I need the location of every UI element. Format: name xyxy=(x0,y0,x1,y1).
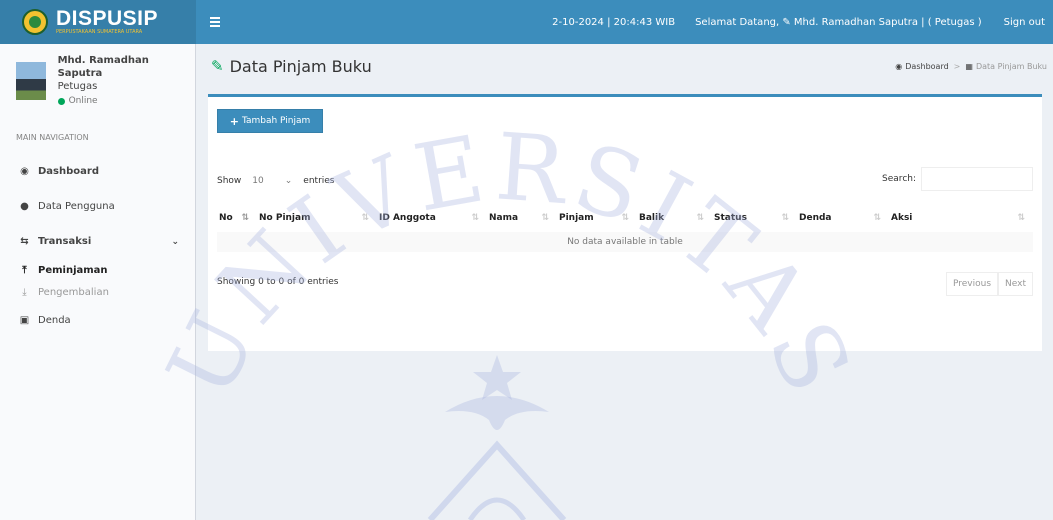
search-filter: Search: xyxy=(882,167,1033,191)
welcome-text: Selamat Datang, ✎ Mhd. Ramadhan Saputra … xyxy=(695,16,982,28)
sort-icon: ⇅ xyxy=(471,213,479,223)
sidebar-item-data-pengguna[interactable]: ● Data Pengguna xyxy=(0,189,195,224)
col-pinjam[interactable]: Pinjam ⇅ xyxy=(557,204,637,232)
col-balik[interactable]: Balik ⇅ xyxy=(637,204,712,232)
sort-icon: ⇅ xyxy=(873,213,881,223)
signout-link[interactable]: Sign out xyxy=(1004,17,1045,28)
breadcrumb-dashboard[interactable]: Dashboard xyxy=(905,62,948,71)
content-header: ✎ Data Pinjam Buku ◉ Dashboard > ▦ Data … xyxy=(197,44,1053,88)
user-panel: Mhd. Ramadhan Saputra Petugas Online xyxy=(0,44,195,132)
sidebar: Mhd. Ramadhan Saputra Petugas Online MAI… xyxy=(0,44,196,520)
data-box: + Tambah Pinjam Show 10 ⌄ entries Search… xyxy=(208,94,1042,351)
entries-select[interactable]: 10 ⌄ xyxy=(247,171,298,191)
logo-subtitle: PERPUSTAKAAN SUMATERA UTARA xyxy=(56,28,143,35)
logo-seal-icon xyxy=(22,9,48,35)
money-icon: ▣ xyxy=(19,315,30,326)
sort-icon: ⇅ xyxy=(1017,213,1025,223)
sort-icon: ⇅ xyxy=(696,213,704,223)
empty-message: No data available in table xyxy=(217,232,1033,252)
col-status[interactable]: Status ⇅ xyxy=(712,204,797,232)
sidebar-item-label: Pengembalian xyxy=(38,286,109,298)
dashboard-icon: ◉ xyxy=(895,61,903,71)
sidebar-item-label: Dashboard xyxy=(38,166,99,177)
sidebar-item-dashboard[interactable]: ◉ Dashboard xyxy=(0,154,195,189)
sidebar-item-denda[interactable]: ▣ Denda xyxy=(0,303,195,338)
entries-length: Show 10 ⌄ entries xyxy=(217,171,335,191)
chevron-down-icon: ⌄ xyxy=(284,176,293,186)
chevron-down-icon: ⌄ xyxy=(171,236,179,247)
next-button[interactable]: Next xyxy=(998,272,1033,296)
col-nama[interactable]: Nama ⇅ xyxy=(487,204,557,232)
online-dot-icon xyxy=(57,97,65,105)
sidebar-item-label: Transaksi xyxy=(38,236,92,247)
plus-icon: + xyxy=(229,114,239,128)
col-aksi[interactable]: Aksi ⇅ xyxy=(889,204,1033,232)
entries-value: 10 xyxy=(252,176,264,186)
content-wrapper: ✎ Data Pinjam Buku ◉ Dashboard > ▦ Data … xyxy=(197,44,1053,520)
previous-button[interactable]: Previous xyxy=(945,272,999,296)
page-title: ✎ Data Pinjam Buku xyxy=(211,57,372,76)
entries-label: entries xyxy=(303,176,335,186)
sidebar-item-label: Peminjaman xyxy=(38,264,108,276)
col-denda[interactable]: Denda ⇅ xyxy=(797,204,889,232)
sort-icon: ⇅ xyxy=(361,213,369,223)
page-title-text: Data Pinjam Buku xyxy=(229,56,372,76)
user-role: Petugas xyxy=(57,81,98,92)
menu-header: MAIN NAVIGATION xyxy=(16,133,89,142)
sidebar-item-label: Data Pengguna xyxy=(38,201,115,212)
sort-icon: ⇅ xyxy=(781,213,789,223)
user-icon: ● xyxy=(20,201,29,212)
sidebar-item-pengembalian[interactable]: ⤓ Pengembalian xyxy=(0,281,195,303)
logo[interactable]: DISPUSIP PERPUSTAKAAN SUMATERA UTARA xyxy=(0,0,196,44)
col-no[interactable]: No ⇅ xyxy=(217,204,257,232)
sort-icon: ⇅ xyxy=(621,213,629,223)
user-name: Mhd. Ramadhan Saputra xyxy=(57,55,149,79)
table-row: No data available in table xyxy=(217,232,1033,252)
sidebar-item-peminjaman[interactable]: ⤒ Peminjaman xyxy=(0,259,195,281)
add-pinjam-button[interactable]: + Tambah Pinjam xyxy=(217,109,323,133)
table-info: Showing 0 to 0 of 0 entries xyxy=(217,277,339,287)
breadcrumb-current: Data Pinjam Buku xyxy=(975,61,1047,71)
sidebar-item-label: Denda xyxy=(38,315,71,326)
search-label: Search: xyxy=(882,174,916,184)
main-header: DISPUSIP PERPUSTAKAAN SUMATERA UTARA 2-1… xyxy=(0,0,1053,44)
exchange-icon: ⇆ xyxy=(20,236,29,247)
search-input[interactable] xyxy=(921,167,1033,191)
add-pinjam-label: Tambah Pinjam xyxy=(241,116,311,126)
download-icon: ⤓ xyxy=(22,286,27,298)
dashboard-icon: ◉ xyxy=(20,166,29,177)
logo-name: DISPUSIP xyxy=(56,6,159,30)
upload-icon: ⤒ xyxy=(22,264,27,276)
datetime: 2-10-2024 | 20:4:43 WIB xyxy=(552,16,676,28)
col-id-anggota[interactable]: ID Anggota ⇅ xyxy=(377,204,487,232)
pinjam-table: No ⇅ No Pinjam ⇅ ID Anggota ⇅ Nama ⇅ Pinjam ⇅… xyxy=(217,204,1033,252)
col-no-pinjam[interactable]: No Pinjam ⇅ xyxy=(257,204,377,232)
show-label: Show xyxy=(217,176,242,186)
pagination: Previous Next xyxy=(945,272,1033,296)
user-status-label: Online xyxy=(68,96,98,106)
edit-icon: ✎ xyxy=(211,57,224,75)
book-icon: ▦ xyxy=(965,61,973,71)
avatar xyxy=(16,62,46,100)
table-header-row: No ⇅ No Pinjam ⇅ ID Anggota ⇅ Nama ⇅ Pinjam ⇅… xyxy=(217,204,1033,232)
navbar: 2-10-2024 | 20:4:43 WIB Selamat Datang, … xyxy=(196,0,1053,44)
sidebar-item-transaksi[interactable]: ⇆ Transaksi ⌄ xyxy=(0,224,195,259)
sort-icon: ⇅ xyxy=(541,213,549,223)
sort-asc-icon: ⇅ xyxy=(241,213,249,223)
breadcrumb: ◉ Dashboard > ▦ Data Pinjam Buku xyxy=(895,61,1047,71)
user-status: Online xyxy=(57,96,195,106)
sidebar-toggle-icon[interactable] xyxy=(210,17,220,27)
